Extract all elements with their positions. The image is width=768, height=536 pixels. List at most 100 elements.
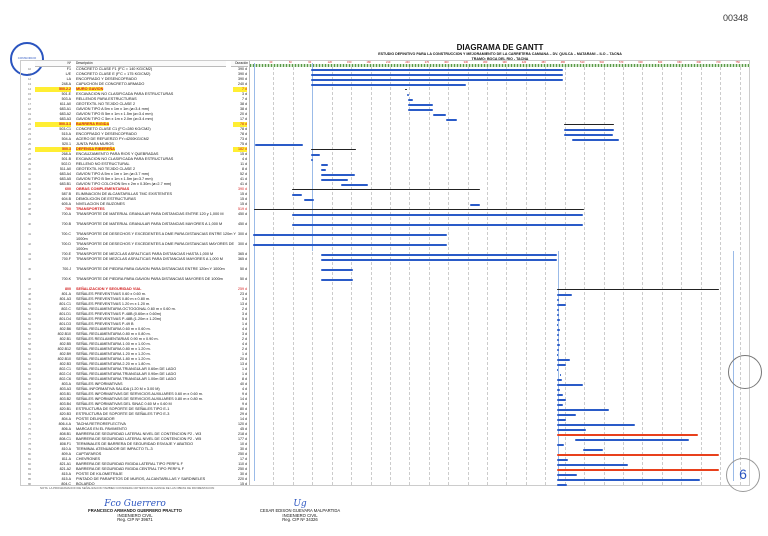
signer-2-reg: Reg. CIP Nº 34326 <box>282 517 318 523</box>
task-bar[interactable] <box>557 463 629 466</box>
task-bar[interactable] <box>432 113 446 116</box>
row-number: 41 <box>28 233 31 236</box>
task-description-text: SEÑALES REGLAMENTARIAS 0.90 m x 0.90 m. <box>76 337 159 341</box>
task-bar[interactable] <box>557 378 563 381</box>
task-bar[interactable] <box>557 418 567 421</box>
task-bar[interactable] <box>557 338 559 341</box>
task-bar[interactable] <box>408 103 433 106</box>
task-bar[interactable] <box>320 178 348 181</box>
task-row[interactable]: 41 700.C TRANSPORTE DE DESECHOS Y EXCEDENT… <box>21 232 749 242</box>
task-description-text: ELIMINACION DE ALCANTARILLAS TMC EXISTEN… <box>76 192 173 196</box>
task-bar[interactable] <box>557 328 560 331</box>
row-number: 39 <box>28 213 31 216</box>
task-bar[interactable] <box>407 93 409 96</box>
task-bar[interactable] <box>445 118 457 121</box>
task-bar[interactable] <box>557 408 610 411</box>
task-bar[interactable] <box>557 293 573 296</box>
task-bar[interactable] <box>557 423 635 426</box>
task-bar[interactable] <box>557 483 567 486</box>
task-bar[interactable] <box>320 259 558 261</box>
task-bar[interactable] <box>291 224 584 226</box>
task-bar[interactable] <box>341 183 368 186</box>
task-bar[interactable] <box>557 343 560 346</box>
task-bar[interactable] <box>408 108 433 111</box>
task-bar[interactable] <box>557 298 560 301</box>
task-row[interactable]: 42 700.D TRANSPORTE DE DESECHOS Y EXCEDENT… <box>21 242 749 252</box>
critical-task-bar[interactable] <box>557 468 720 471</box>
summary-bar[interactable] <box>253 208 584 210</box>
task-bar[interactable] <box>310 73 564 76</box>
signer-1-reg: Reg. CIP Nº 39671 <box>117 517 153 523</box>
task-bar[interactable] <box>310 158 314 161</box>
task-bar[interactable] <box>310 78 564 81</box>
task-bar[interactable] <box>557 308 559 311</box>
task-bar[interactable] <box>253 244 448 246</box>
task-bar[interactable] <box>254 143 304 146</box>
task-bar[interactable] <box>557 473 577 476</box>
critical-task-bar[interactable] <box>557 433 699 436</box>
task-bar[interactable] <box>557 413 577 416</box>
signature-block-1: Fco Guerrero FRANCISCO ARMANDO GUERRERO … <box>60 500 210 523</box>
critical-task-bar[interactable] <box>557 453 720 456</box>
summary-bar[interactable] <box>405 88 408 90</box>
task-bar[interactable] <box>559 373 561 376</box>
task-bar[interactable] <box>291 214 584 216</box>
task-bar[interactable] <box>557 313 560 316</box>
task-bar[interactable] <box>557 383 584 386</box>
task-bar[interactable] <box>310 83 466 86</box>
task-bar[interactable] <box>320 279 354 281</box>
task-bar[interactable] <box>557 478 700 481</box>
task-row[interactable]: 40 700.B TRANSPORTE DE MATERIAL GRANULAR P… <box>21 222 749 232</box>
task-bar[interactable] <box>320 173 355 176</box>
summary-bar[interactable] <box>291 188 480 190</box>
task-bar[interactable] <box>571 138 619 141</box>
summary-bar[interactable] <box>563 123 615 125</box>
task-bar[interactable] <box>320 269 354 271</box>
task-description-text: BARRERA DE SEGURIDAD LATERAL NIVEL DE CO… <box>76 432 202 436</box>
task-bar[interactable] <box>557 348 559 351</box>
task-bar[interactable] <box>557 303 566 306</box>
row-number: 86 <box>28 483 31 486</box>
row-number: 42 <box>28 243 31 246</box>
task-bar[interactable] <box>557 403 564 406</box>
task-bar[interactable] <box>583 448 603 451</box>
task-bar[interactable] <box>320 163 329 166</box>
task-bar[interactable] <box>310 153 321 156</box>
task-row[interactable]: 44 700.F TRANSPORTE DE MEZCLAS ASFALTICAS … <box>21 257 749 267</box>
task-bar[interactable] <box>557 398 567 401</box>
task-bar[interactable] <box>253 234 448 236</box>
task-bar[interactable] <box>557 388 560 391</box>
task-bar[interactable] <box>557 323 559 326</box>
task-bar[interactable] <box>320 253 558 256</box>
summary-bar[interactable] <box>310 148 356 150</box>
task-row[interactable]: 45 700.J TRANSPORTE DE PIEDRA PARA GAVION … <box>21 267 749 277</box>
task-bar[interactable] <box>557 458 569 461</box>
task-bar[interactable] <box>469 203 480 206</box>
task-description-text: ESTRUCTURA DE SOPORTE DE SEÑALES TIPO E-… <box>76 412 170 416</box>
task-bar[interactable] <box>557 443 564 446</box>
task-bar[interactable] <box>557 363 566 366</box>
task-bar[interactable] <box>557 393 564 396</box>
task-bar[interactable] <box>557 353 559 356</box>
timeline-tick-label: 600 <box>638 61 643 64</box>
task-bar[interactable] <box>563 133 613 136</box>
task-description-text: DEFENSA RIBEREÑA <box>76 147 115 151</box>
task-row[interactable]: 46 700.K TRANSPORTE DE PIEDRA PARA GAVION … <box>21 277 749 287</box>
task-bar[interactable] <box>291 193 302 196</box>
task-description-text: SEÑAL REGLAMENTARIA 0.80 m x 1.20 m. <box>76 347 151 351</box>
timeline-tick-label: 450 <box>541 61 546 64</box>
task-bar[interactable] <box>574 438 690 441</box>
task-bar[interactable] <box>304 198 314 201</box>
summary-bar[interactable] <box>557 288 720 290</box>
task-bar[interactable] <box>557 368 559 371</box>
task-bar[interactable] <box>557 428 587 431</box>
task-row[interactable]: 39 700.A TRANSPORTE DE MATERIAL GRANULAR P… <box>21 212 749 222</box>
task-bar[interactable] <box>408 98 413 101</box>
task-bar[interactable] <box>557 333 560 336</box>
task-bar[interactable] <box>310 68 564 71</box>
task-description-text: SEÑAL INFORMATIVA SALIDA (1.20 M x 3.00 … <box>76 387 160 391</box>
task-bar[interactable] <box>563 128 615 131</box>
task-bar[interactable] <box>320 168 327 171</box>
task-bar[interactable] <box>557 318 561 321</box>
task-bar[interactable] <box>557 358 571 361</box>
